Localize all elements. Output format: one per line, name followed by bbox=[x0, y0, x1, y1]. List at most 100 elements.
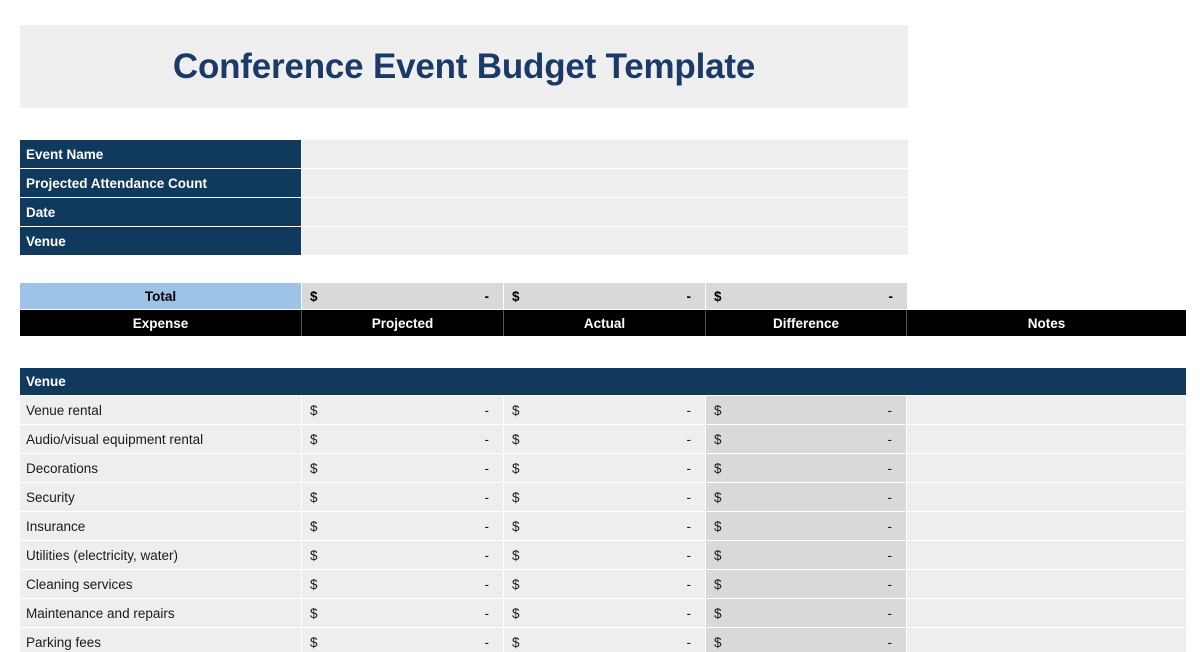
projected-amount-cell[interactable]: $ - bbox=[302, 628, 504, 652]
actual-amount-value: - bbox=[686, 547, 692, 563]
currency-symbol: $ bbox=[512, 402, 520, 418]
event-info-row: Venue bbox=[20, 227, 908, 255]
currency-symbol: $ bbox=[714, 547, 722, 563]
event-info-input[interactable] bbox=[302, 227, 908, 255]
table-row: Security $ - $ - $ - bbox=[20, 483, 1186, 511]
notes-cell[interactable] bbox=[907, 570, 1186, 598]
currency-symbol: $ bbox=[512, 288, 520, 304]
notes-cell[interactable] bbox=[907, 541, 1186, 569]
difference-amount-value: - bbox=[887, 547, 893, 563]
difference-amount-value: - bbox=[887, 605, 893, 621]
notes-cell[interactable] bbox=[907, 512, 1186, 540]
actual-amount-cell[interactable]: $ - bbox=[504, 425, 706, 453]
event-info-input[interactable] bbox=[302, 198, 908, 226]
actual-amount-cell[interactable]: $ - bbox=[504, 512, 706, 540]
event-info-row: Projected Attendance Count bbox=[20, 169, 908, 197]
currency-symbol: $ bbox=[714, 605, 722, 621]
actual-amount-value: - bbox=[686, 431, 692, 447]
column-header-projected[interactable]: Projected bbox=[302, 310, 504, 336]
notes-cell[interactable] bbox=[907, 483, 1186, 511]
currency-symbol: $ bbox=[310, 576, 318, 592]
table-row: Cleaning services $ - $ - $ - bbox=[20, 570, 1186, 598]
event-info-input[interactable] bbox=[302, 140, 908, 168]
total-projected-cell[interactable]: $ - bbox=[302, 283, 504, 309]
projected-amount-value: - bbox=[484, 431, 490, 447]
table-row: Insurance $ - $ - $ - bbox=[20, 512, 1186, 540]
event-info-input[interactable] bbox=[302, 169, 908, 197]
expense-name-cell[interactable]: Audio/visual equipment rental bbox=[20, 425, 302, 453]
actual-amount-cell[interactable]: $ - bbox=[504, 628, 706, 652]
event-info-row: Date bbox=[20, 198, 908, 226]
currency-symbol: $ bbox=[714, 288, 722, 304]
event-info-label: Date bbox=[20, 198, 302, 226]
difference-amount-cell[interactable]: $ - bbox=[706, 570, 907, 598]
difference-amount-cell[interactable]: $ - bbox=[706, 628, 907, 652]
difference-amount-cell[interactable]: $ - bbox=[706, 396, 907, 424]
table-row: Maintenance and repairs $ - $ - $ - bbox=[20, 599, 1186, 627]
projected-amount-cell[interactable]: $ - bbox=[302, 599, 504, 627]
difference-amount-cell[interactable]: $ - bbox=[706, 512, 907, 540]
difference-amount-value: - bbox=[887, 460, 893, 476]
currency-symbol: $ bbox=[310, 547, 318, 563]
actual-amount-cell[interactable]: $ - bbox=[504, 570, 706, 598]
projected-amount-cell[interactable]: $ - bbox=[302, 541, 504, 569]
difference-amount-cell[interactable]: $ - bbox=[706, 425, 907, 453]
actual-amount-cell[interactable]: $ - bbox=[504, 396, 706, 424]
table-row: Utilities (electricity, water) $ - $ - $ - bbox=[20, 541, 1186, 569]
difference-amount-cell[interactable]: $ - bbox=[706, 454, 907, 482]
actual-amount-value: - bbox=[686, 576, 692, 592]
projected-amount-cell[interactable]: $ - bbox=[302, 396, 504, 424]
page-title: Conference Event Budget Template bbox=[172, 47, 756, 86]
table-row: Parking fees $ - $ - $ - bbox=[20, 628, 1186, 652]
total-difference-value: - bbox=[888, 288, 894, 304]
notes-cell[interactable] bbox=[907, 396, 1186, 424]
currency-symbol: $ bbox=[310, 431, 318, 447]
currency-symbol: $ bbox=[714, 402, 722, 418]
difference-amount-cell[interactable]: $ - bbox=[706, 541, 907, 569]
table-row: Venue rental $ - $ - $ - bbox=[20, 396, 1186, 424]
actual-amount-cell[interactable]: $ - bbox=[504, 454, 706, 482]
expense-name-cell[interactable]: Cleaning services bbox=[20, 570, 302, 598]
event-info-label: Event Name bbox=[20, 140, 302, 168]
actual-amount-value: - bbox=[686, 460, 692, 476]
projected-amount-value: - bbox=[484, 605, 490, 621]
total-difference-cell[interactable]: $ - bbox=[706, 283, 908, 309]
actual-amount-cell[interactable]: $ - bbox=[504, 599, 706, 627]
notes-cell[interactable] bbox=[907, 599, 1186, 627]
projected-amount-cell[interactable]: $ - bbox=[302, 570, 504, 598]
column-header-difference[interactable]: Difference bbox=[706, 310, 907, 336]
projected-amount-cell[interactable]: $ - bbox=[302, 483, 504, 511]
projected-amount-cell[interactable]: $ - bbox=[302, 512, 504, 540]
currency-symbol: $ bbox=[512, 460, 520, 476]
table-row: Decorations $ - $ - $ - bbox=[20, 454, 1186, 482]
column-header-expense[interactable]: Expense bbox=[20, 310, 302, 336]
difference-amount-value: - bbox=[887, 576, 893, 592]
difference-amount-value: - bbox=[887, 489, 893, 505]
expense-name-cell[interactable]: Utilities (electricity, water) bbox=[20, 541, 302, 569]
currency-symbol: $ bbox=[714, 576, 722, 592]
projected-amount-value: - bbox=[484, 460, 490, 476]
column-header-actual[interactable]: Actual bbox=[504, 310, 706, 336]
notes-cell[interactable] bbox=[907, 628, 1186, 652]
projected-amount-cell[interactable]: $ - bbox=[302, 425, 504, 453]
currency-symbol: $ bbox=[310, 489, 318, 505]
actual-amount-cell[interactable]: $ - bbox=[504, 541, 706, 569]
total-actual-cell[interactable]: $ - bbox=[504, 283, 706, 309]
column-header-notes[interactable]: Notes bbox=[907, 310, 1186, 336]
difference-amount-cell[interactable]: $ - bbox=[706, 599, 907, 627]
currency-symbol: $ bbox=[512, 489, 520, 505]
currency-symbol: $ bbox=[512, 576, 520, 592]
projected-amount-cell[interactable]: $ - bbox=[302, 454, 504, 482]
expense-name-cell[interactable]: Venue rental bbox=[20, 396, 302, 424]
notes-cell[interactable] bbox=[907, 425, 1186, 453]
expense-name-cell[interactable]: Insurance bbox=[20, 512, 302, 540]
currency-symbol: $ bbox=[310, 634, 318, 650]
expense-name-cell[interactable]: Parking fees bbox=[20, 628, 302, 652]
difference-amount-cell[interactable]: $ - bbox=[706, 483, 907, 511]
actual-amount-cell[interactable]: $ - bbox=[504, 483, 706, 511]
expense-name-cell[interactable]: Security bbox=[20, 483, 302, 511]
expense-name-cell[interactable]: Maintenance and repairs bbox=[20, 599, 302, 627]
expense-name-cell[interactable]: Decorations bbox=[20, 454, 302, 482]
currency-symbol: $ bbox=[512, 547, 520, 563]
notes-cell[interactable] bbox=[907, 454, 1186, 482]
